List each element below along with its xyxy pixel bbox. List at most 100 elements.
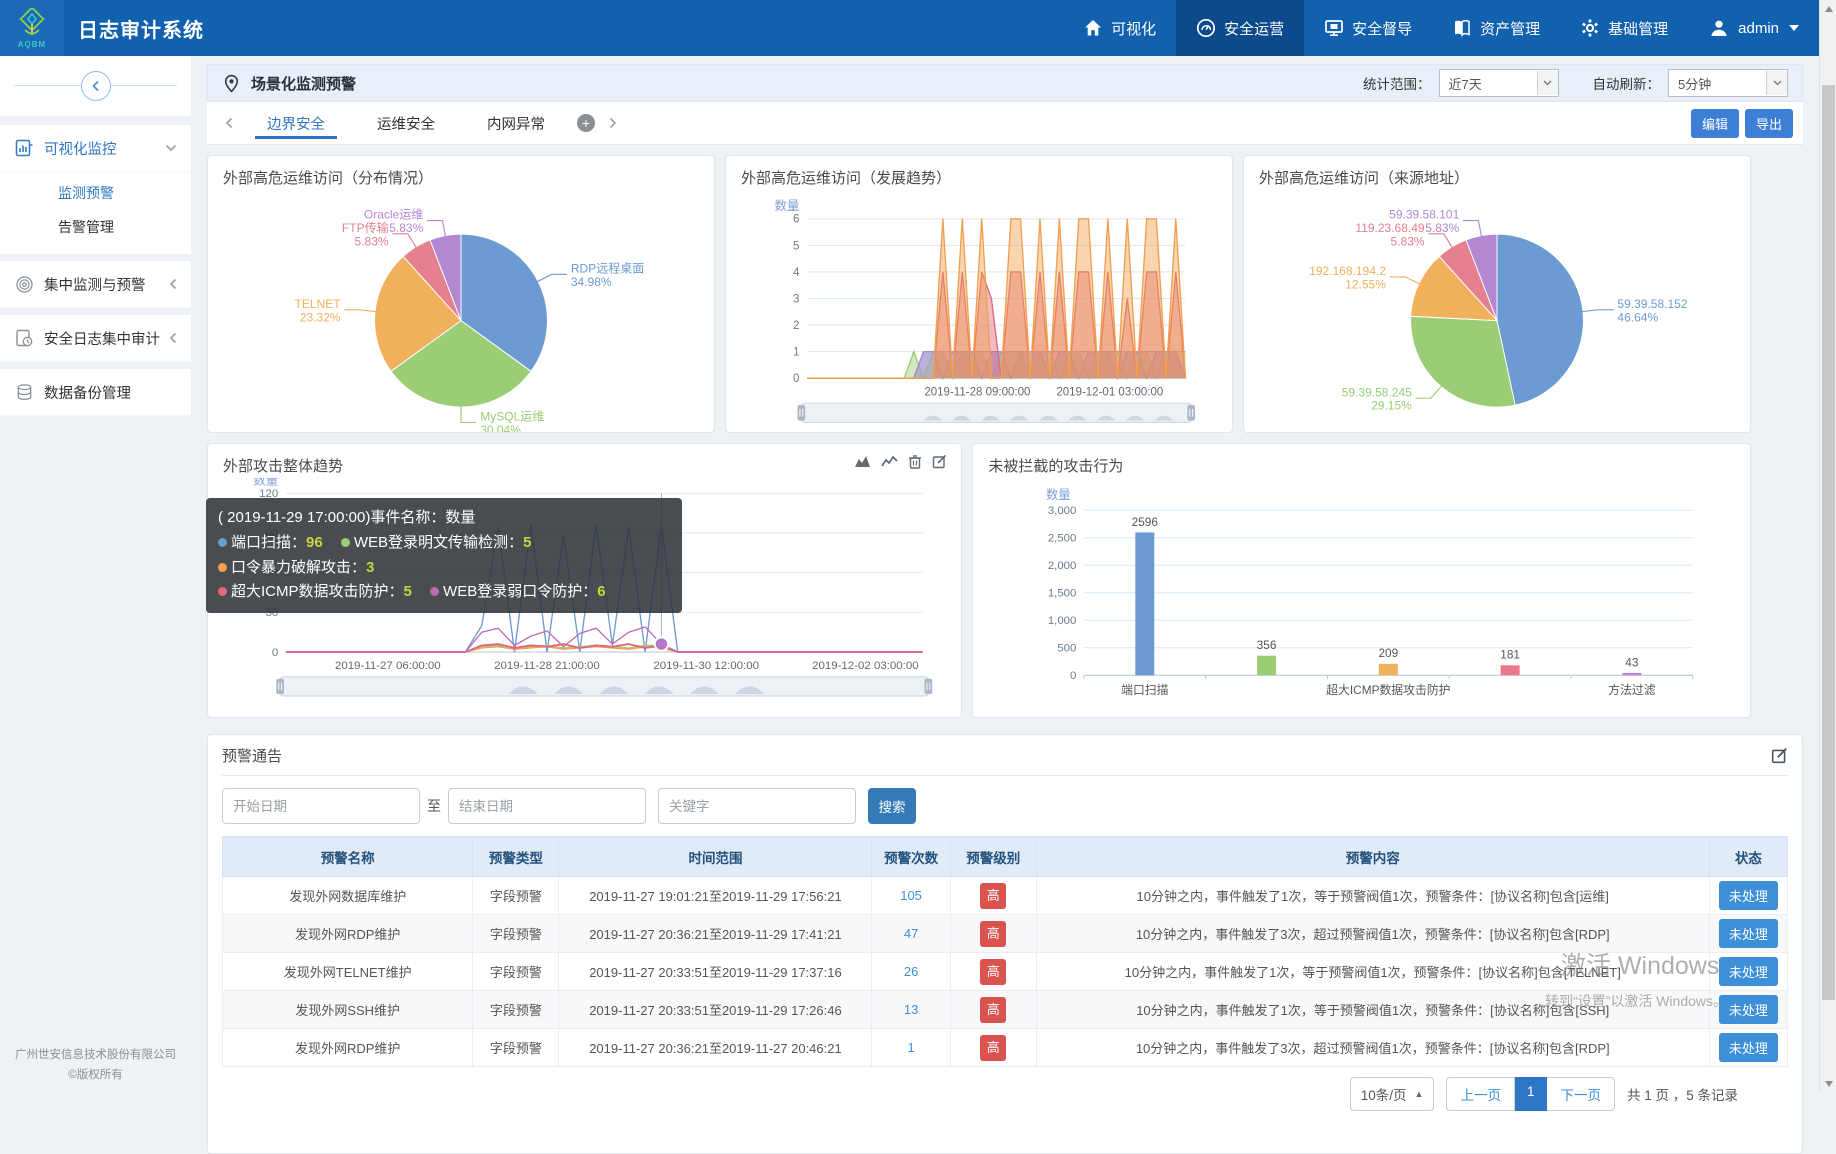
- sidebar-item-data-backup[interactable]: 数据备份管理: [0, 369, 191, 416]
- nav-item-basic-management[interactable]: 基础管理: [1560, 0, 1688, 56]
- svg-text:RDP远程桌面34.98%: RDP远程桌面34.98%: [571, 260, 644, 288]
- main-content: 场景化监测预警 统计范围： 近7天 自动刷新： 5分钟 边界安全 运维安全 内网…: [191, 56, 1819, 1092]
- search-button[interactable]: 搜索: [868, 788, 916, 824]
- alert-count-link[interactable]: 105: [900, 888, 922, 903]
- tab-boundary-security[interactable]: 边界安全: [241, 102, 351, 144]
- sidebar-item-visual-monitoring[interactable]: 可视化监控: [0, 125, 191, 172]
- top-navbar: AQBM 日志审计系统 可视化 安全运营 安全督导 资产管理 基础管理 admi…: [0, 0, 1836, 56]
- keyword-input[interactable]: [658, 788, 856, 824]
- app-logo: AQBM: [0, 0, 64, 56]
- edit-button[interactable]: 编辑: [1691, 109, 1739, 138]
- svg-text:209: 209: [1379, 646, 1399, 660]
- sidebar-item-monitor-warning[interactable]: 监测预警: [0, 176, 191, 210]
- alert-name: 发现外网RDP维护: [223, 915, 473, 953]
- svg-text:90: 90: [266, 528, 279, 540]
- trend-line-chart[interactable]: 0123456数量2019-11-28 09:00:002019-12-01 0…: [726, 190, 1232, 432]
- alerts-table: 预警名称 预警类型 时间范围 预警次数 预警级别 预警内容 状态 发现外网数据库…: [222, 836, 1788, 1067]
- nav-item-user-menu[interactable]: admin: [1688, 0, 1819, 56]
- stat-range-select[interactable]: 近7天: [1439, 69, 1559, 97]
- level-badge: 高: [980, 921, 1006, 947]
- sidebar-group-central-monitoring: 集中监测与预警: [0, 261, 191, 308]
- footer-copyright: 广州世安信息技术股份有限公司 ©版权所有: [0, 1045, 191, 1086]
- alert-count-link[interactable]: 26: [904, 964, 918, 979]
- scroll-down-icon[interactable]: [1820, 1075, 1836, 1092]
- auto-refresh-select[interactable]: 5分钟: [1668, 69, 1788, 97]
- status-button[interactable]: 未处理: [1719, 957, 1778, 986]
- svg-text:6: 6: [793, 214, 799, 226]
- clear-icon[interactable]: [908, 454, 922, 469]
- pagination-summary: 共 1 页 ，5 条记录: [1627, 1084, 1738, 1104]
- level-badge: 高: [980, 959, 1006, 985]
- prev-page-button[interactable]: 上一页: [1446, 1077, 1515, 1111]
- scrollbar-thumb[interactable]: [1822, 85, 1835, 1000]
- alert-count-link[interactable]: 1: [907, 1040, 914, 1055]
- distribution-pie-chart[interactable]: RDP远程桌面34.98%MySQL运维30.04%TELNET23.32%FT…: [208, 190, 714, 432]
- svg-text:2: 2: [793, 320, 799, 332]
- chart-doc-icon: [14, 138, 34, 158]
- start-date-input[interactable]: [222, 788, 420, 824]
- svg-text:MySQL运维30.04%: MySQL运维30.04%: [480, 409, 544, 432]
- panel-attack-trend: 外部攻击整体趋势 0306090120数量2019-11-27 06:00:00…: [207, 443, 962, 718]
- nav-item-security-supervision[interactable]: 安全督导: [1304, 0, 1432, 56]
- audit-doc-icon: [14, 328, 34, 348]
- svg-text:2019-11-28 09:00:00: 2019-11-28 09:00:00: [924, 387, 1030, 399]
- caret-up-icon: ▲: [1415, 1089, 1424, 1099]
- svg-text:2019-12-01 03:00:00: 2019-12-01 03:00:00: [1056, 387, 1163, 399]
- add-tab-icon[interactable]: +: [577, 114, 595, 132]
- nav-item-security-operations[interactable]: 安全运营: [1176, 0, 1304, 56]
- attack-trend-chart[interactable]: 0306090120数量2019-11-27 06:00:002019-11-2…: [208, 478, 961, 717]
- svg-text:3,000: 3,000: [1048, 505, 1076, 517]
- svg-text:120: 120: [259, 488, 278, 500]
- table-row: 发现外网SSH维护 字段预警 2019-11-27 20:33:51至2019-…: [223, 991, 1788, 1029]
- status-button[interactable]: 未处理: [1719, 995, 1778, 1024]
- export-button[interactable]: 导出: [1745, 109, 1793, 138]
- page-title: 场景化监测预警: [251, 73, 356, 94]
- tab-intranet-anomaly[interactable]: 内网异常: [461, 102, 571, 144]
- sidebar-item-log-audit[interactable]: 安全日志集中审计: [0, 315, 191, 362]
- table-header-row: 预警名称 预警类型 时间范围 预警次数 预警级别 预警内容 状态: [223, 837, 1788, 877]
- svg-text:500: 500: [1058, 643, 1077, 655]
- level-badge: 高: [980, 1035, 1006, 1061]
- alert-count-link[interactable]: 13: [904, 1002, 918, 1017]
- svg-text:3: 3: [793, 293, 799, 305]
- scroll-up-icon[interactable]: [1820, 0, 1836, 17]
- svg-text:43: 43: [1626, 655, 1640, 669]
- auto-refresh-label: 自动刷新：: [1593, 73, 1661, 93]
- level-badge: 高: [980, 997, 1006, 1023]
- status-button[interactable]: 未处理: [1719, 919, 1778, 948]
- end-date-input[interactable]: [448, 788, 646, 824]
- nav-item-asset-management[interactable]: 资产管理: [1432, 0, 1560, 56]
- nav-item-visualization[interactable]: 可视化: [1063, 0, 1176, 56]
- line-chart-icon[interactable]: [881, 454, 898, 469]
- svg-text:TELNET23.32%: TELNET23.32%: [295, 297, 342, 324]
- chevron-left-icon: [169, 332, 177, 344]
- page-size-select[interactable]: 10条/页 ▲: [1350, 1077, 1435, 1111]
- tabs-scroll-right-icon[interactable]: [601, 117, 625, 129]
- svg-text:2,000: 2,000: [1048, 560, 1076, 572]
- sidebar-collapse-block: [0, 56, 191, 117]
- unblocked-attacks-bar-chart[interactable]: 05001,0001,5002,0002,5003,000数量259635620…: [973, 478, 1750, 717]
- radar-icon: [14, 274, 34, 294]
- vertical-scrollbar: [1819, 0, 1836, 1092]
- sidebar-item-central-monitoring[interactable]: 集中监测与预警: [0, 261, 191, 308]
- user-icon: [1708, 17, 1730, 39]
- alert-count-link[interactable]: 47: [904, 926, 918, 941]
- tabs-scroll-left-icon[interactable]: [217, 117, 241, 129]
- next-page-button[interactable]: 下一页: [1547, 1077, 1615, 1111]
- status-button[interactable]: 未处理: [1719, 1033, 1778, 1062]
- area-chart-icon[interactable]: [854, 454, 871, 469]
- sidebar-collapse-button[interactable]: [81, 71, 111, 101]
- svg-text:59.39.58.24529.15%: 59.39.58.24529.15%: [1342, 385, 1412, 412]
- status-button[interactable]: 未处理: [1719, 881, 1778, 910]
- source-pie-chart[interactable]: 59.39.58.15246.64%59.39.58.24529.15%192.…: [1244, 190, 1750, 432]
- monitor-icon: [1324, 18, 1344, 38]
- edit-icon[interactable]: [932, 454, 947, 469]
- svg-text:方法过滤: 方法过滤: [1609, 683, 1657, 697]
- edit-icon[interactable]: [1771, 747, 1788, 764]
- alerts-search-form: 至 搜索: [222, 776, 1788, 836]
- sidebar-item-alarm-management[interactable]: 告警管理: [0, 210, 191, 244]
- page-number-button[interactable]: 1: [1515, 1077, 1548, 1111]
- chevron-down-icon: [1766, 71, 1787, 95]
- tab-actions: 编辑 导出: [1691, 109, 1793, 138]
- tab-ops-security[interactable]: 运维安全: [351, 102, 461, 144]
